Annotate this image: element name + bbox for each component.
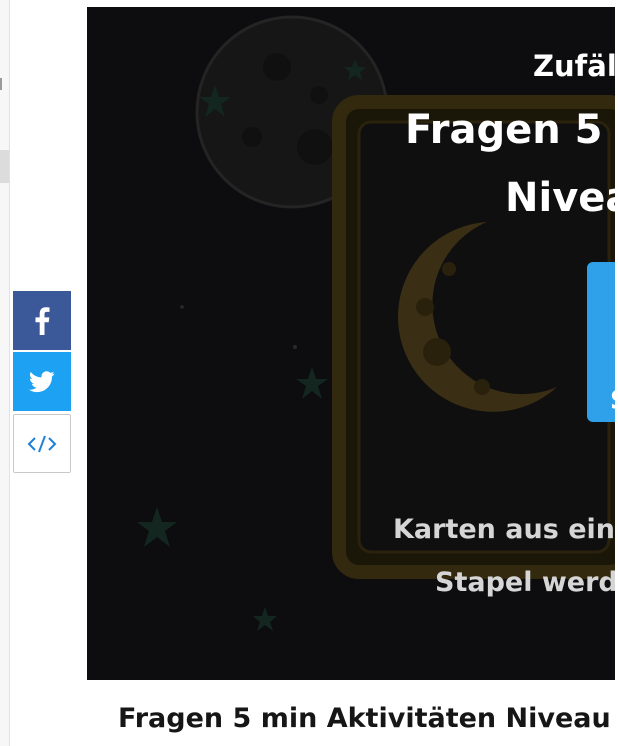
left-page-strip bbox=[0, 0, 10, 746]
card-subtitle: Zufäl bbox=[533, 49, 615, 83]
left-strip-block bbox=[0, 150, 9, 183]
facebook-icon bbox=[35, 306, 50, 335]
card-footer-line-2: Stapel werd bbox=[435, 567, 615, 598]
embed-button[interactable] bbox=[13, 414, 71, 473]
activity-title: Fragen 5 min Aktivitäten Niveau bbox=[118, 703, 611, 734]
facebook-share-button[interactable] bbox=[13, 291, 71, 350]
start-button[interactable]: S bbox=[587, 262, 615, 422]
card-title-line-1: Fragen 5 m bbox=[405, 107, 615, 153]
card-footer-line-1: Karten aus ein bbox=[393, 514, 615, 545]
left-strip-marker bbox=[0, 78, 2, 90]
card-title-line-2: Nivea bbox=[505, 175, 615, 221]
twitter-icon bbox=[29, 370, 55, 392]
activity-card[interactable]: Zufäl Fragen 5 m Nivea S Karten aus ein … bbox=[87, 7, 615, 680]
twitter-share-button[interactable] bbox=[13, 352, 71, 411]
code-icon bbox=[27, 435, 57, 452]
